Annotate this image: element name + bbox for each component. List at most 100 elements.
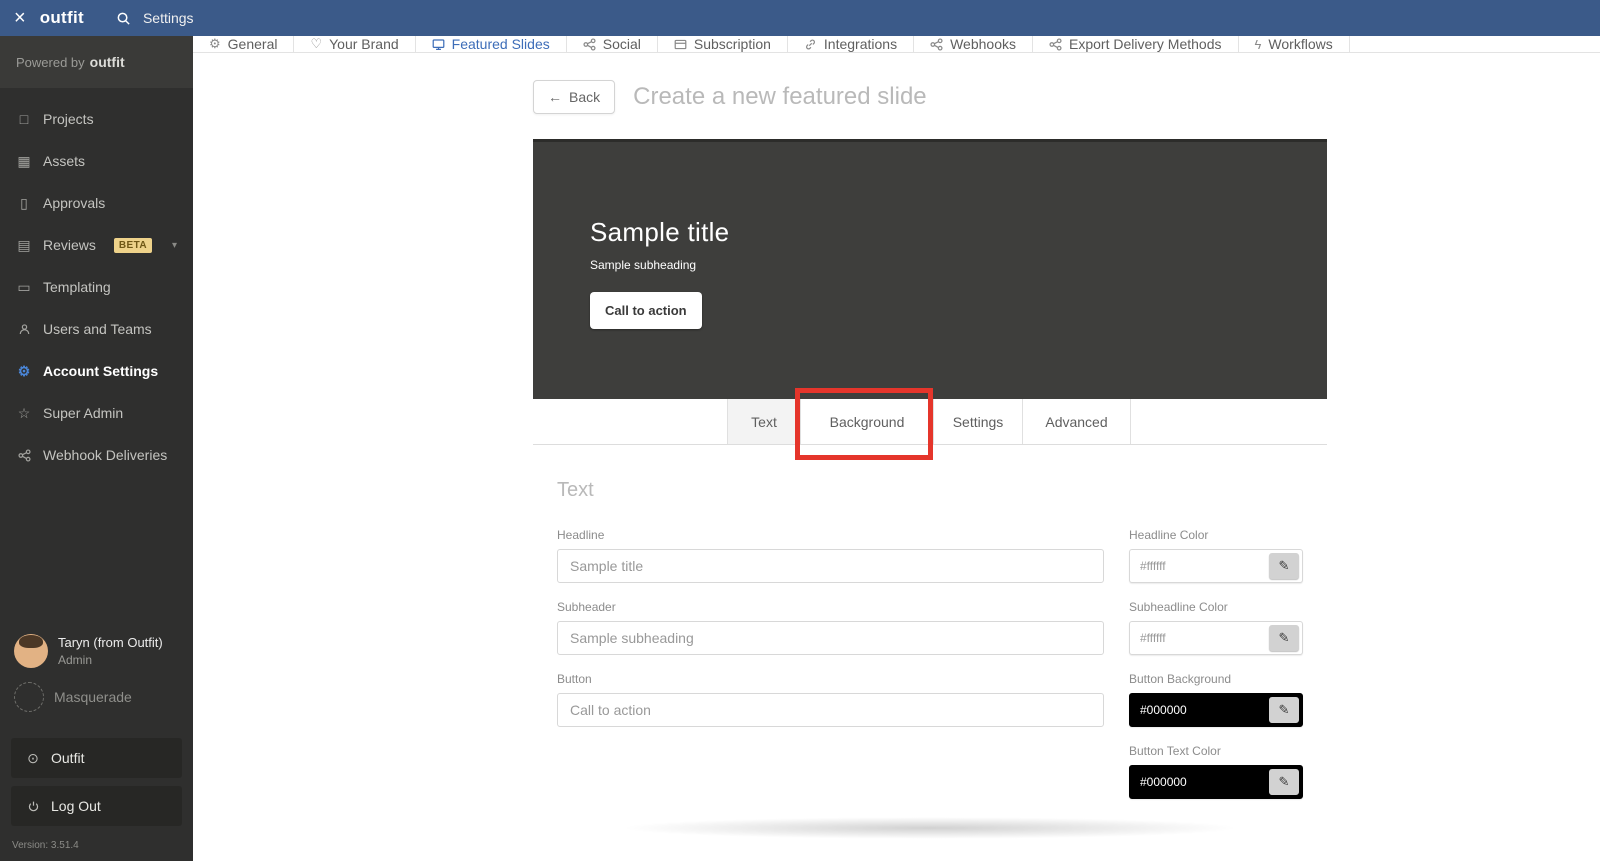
user-role: Admin	[58, 653, 93, 667]
chevron-down-icon[interactable]: ▾	[172, 240, 177, 251]
editor-tab-advanced[interactable]: Advanced	[1022, 399, 1131, 444]
preview-title: Sample title	[590, 217, 730, 247]
sidebar-item-assets[interactable]: ▦ Assets	[0, 140, 193, 182]
headline-input[interactable]	[557, 549, 1104, 583]
tab-your-brand[interactable]: ♡ Your Brand	[294, 36, 416, 52]
pencil-icon: ✎	[1278, 774, 1290, 789]
back-button-label: Back	[569, 89, 601, 105]
tab-subscription[interactable]: Subscription	[658, 36, 788, 52]
back-button[interactable]: ← Back	[533, 80, 616, 114]
back-row: ← Back Create a new featured slide	[533, 80, 1600, 114]
card-icon	[674, 38, 687, 51]
tab-featured-slides[interactable]: Featured Slides	[416, 36, 567, 52]
headline-color-field: Headline Color ✎	[1129, 528, 1303, 583]
editor-tabs: Text Background Settings Advanced	[533, 388, 1327, 460]
sidebar-item-approvals[interactable]: ▯ Approvals	[0, 182, 193, 224]
subheadline-color-field: Subheadline Color ✎	[1129, 600, 1303, 655]
tab-general[interactable]: ⚙ General	[193, 36, 295, 52]
editor-tab-text[interactable]: Text	[727, 399, 800, 444]
button-text-color-input[interactable]	[1130, 775, 1266, 789]
headline-color-input[interactable]	[1130, 559, 1266, 573]
share-icon	[930, 37, 943, 51]
settings-tabs: ⚙ General ♡ Your Brand Featured Slides S…	[193, 36, 1600, 53]
sidebar-item-reviews[interactable]: ▤ Reviews BETA ▾	[0, 224, 193, 266]
subheader-label: Subheader	[557, 600, 616, 614]
lightning-icon: ϟ	[1254, 36, 1262, 52]
button-background-edit-button[interactable]: ✎	[1269, 697, 1299, 723]
logout-button-label: Log Out	[51, 798, 101, 814]
version-text: Version: 3.51.4	[12, 840, 79, 851]
editor-tab-settings[interactable]: Settings	[933, 399, 1022, 444]
sidebar-item-users-and-teams[interactable]: Users and Teams	[0, 308, 193, 350]
content-shadow	[620, 817, 1240, 839]
tab-label: Subscription	[693, 36, 771, 52]
fields-grid: Headline Headline Color ✎ Subheader	[557, 528, 1303, 799]
sidebar-item-account-settings[interactable]: ⚙ Account Settings	[0, 350, 193, 392]
heart-icon: ♡	[310, 36, 323, 51]
powered-by: Powered by outfit	[0, 36, 193, 88]
sidebar-item-webhook-deliveries[interactable]: Webhook Deliveries	[0, 434, 193, 476]
link-icon	[804, 38, 817, 51]
gear-icon: ⚙	[209, 36, 221, 51]
sidebar-item-label: Assets	[43, 153, 86, 169]
tab-workflows[interactable]: ϟ Workflows	[1239, 36, 1350, 52]
back-arrow-icon: ←	[548, 89, 562, 105]
pencil-icon: ✎	[1278, 558, 1290, 573]
logout-button[interactable]: Log Out	[11, 786, 182, 826]
tab-webhooks[interactable]: Webhooks	[914, 36, 1033, 52]
outfit-logo: outfit	[39, 8, 84, 27]
subheadline-color-input-wrap: ✎	[1129, 621, 1303, 655]
preview-cta-button[interactable]: Call to action	[590, 292, 702, 329]
share-icon	[583, 37, 596, 51]
button-background-label: Button Background	[1129, 672, 1232, 686]
tab-social[interactable]: Social	[567, 36, 658, 52]
subheadline-color-input[interactable]	[1130, 631, 1266, 645]
user-profile[interactable]: Taryn (from Outfit) Admin	[0, 634, 193, 668]
subheadline-color-edit-button[interactable]: ✎	[1269, 625, 1299, 651]
button-input[interactable]	[557, 693, 1104, 727]
sidebar-item-label: Reviews	[43, 237, 96, 253]
powered-by-logo: outfit	[89, 54, 125, 70]
image-icon: ▦	[17, 152, 31, 169]
tab-integrations[interactable]: Integrations	[788, 36, 915, 52]
button-background-input[interactable]	[1130, 703, 1266, 717]
document-icon: ▤	[17, 236, 31, 253]
masquerade-icon	[14, 682, 44, 712]
headline-color-edit-button[interactable]: ✎	[1269, 553, 1299, 579]
outfit-button[interactable]: ⊙ Outfit	[11, 738, 182, 778]
headline-field: Headline	[557, 528, 1104, 583]
sidebar-item-projects[interactable]: □ Projects	[0, 98, 193, 140]
page: ← Back Create a new featured slide Sampl…	[193, 53, 1600, 861]
button-field: Button	[557, 672, 1104, 727]
button-text-color-edit-button[interactable]: ✎	[1269, 769, 1299, 795]
button-label: Button	[557, 672, 592, 686]
masquerade-button[interactable]: Masquerade	[0, 682, 193, 712]
sidebar-item-templating[interactable]: ▭ Templating	[0, 266, 193, 308]
sidebar-item-label: Projects	[43, 111, 94, 127]
subheader-input[interactable]	[557, 621, 1104, 655]
share-icon	[16, 448, 32, 462]
button-text-color-field: Button Text Color ✎	[1129, 744, 1303, 799]
close-icon[interactable]: ×	[0, 8, 40, 28]
sidebar-bottom: Taryn (from Outfit) Admin Masquerade ⊙ O…	[0, 634, 193, 861]
sidebar-item-label: Account Settings	[43, 363, 159, 379]
outfit-button-label: Outfit	[51, 750, 85, 766]
folder-icon: □	[19, 111, 29, 127]
main-content: ⚙ General ♡ Your Brand Featured Slides S…	[193, 36, 1600, 861]
sidebar-item-label: Approvals	[43, 195, 106, 211]
subheadline-color-label: Subheadline Color	[1129, 600, 1228, 614]
tab-label: General	[227, 36, 278, 52]
topbar-title: Settings	[142, 10, 194, 26]
tab-label: Webhooks	[950, 36, 1016, 52]
tab-export-delivery-methods[interactable]: Export Delivery Methods	[1033, 36, 1239, 52]
section-title: Text	[557, 479, 594, 501]
sidebar-item-super-admin[interactable]: ☆ Super Admin	[0, 392, 193, 434]
user-icon	[16, 323, 32, 336]
pencil-icon: ✎	[1278, 702, 1290, 717]
editor-tab-background[interactable]: Background	[800, 399, 933, 444]
tab-label: Your Brand	[329, 36, 399, 52]
headline-color-label: Headline Color	[1129, 528, 1209, 542]
sidebar-item-label: Templating	[43, 279, 111, 295]
search-icon[interactable]	[104, 11, 143, 26]
share-icon	[1049, 37, 1062, 51]
